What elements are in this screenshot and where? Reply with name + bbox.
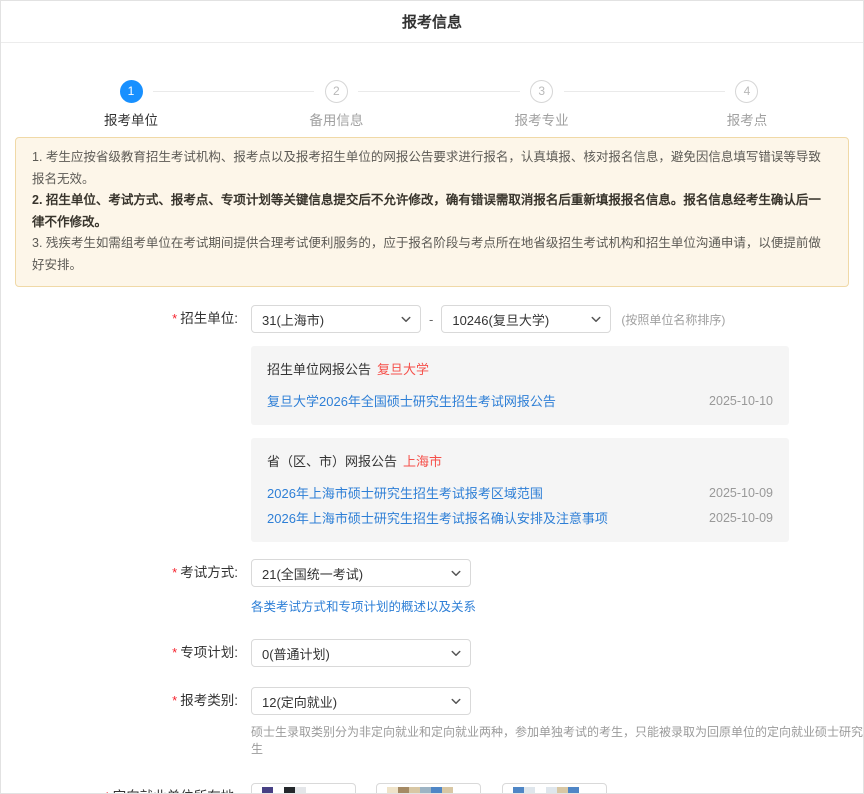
redacted-mosaic [513,787,579,794]
exam-mode-select[interactable]: 21(全国统一考试) [251,559,471,587]
admission-unit-label: *招生单位: [1,305,251,333]
announcement-item: 2026年上海市硕士研究生招生考试报名确认安排及注意事项 2025-10-09 [267,508,773,527]
notice-box: 1. 考生应按省级教育招生考试机构、报考点以及报考招生单位的网报公告要求进行报名… [15,137,849,287]
dash-separator: - [489,789,493,794]
step-connector [153,91,314,92]
admission-unit-row: *招生单位: 31(上海市) - 10246(复旦大学) (按照单位名称排序) [1,305,863,542]
step-3-major: 3 报考专业 [530,80,554,103]
chevron-down-icon [460,791,472,794]
category-label: *报考类别: [1,687,251,715]
employer-city-select[interactable] [376,783,481,794]
page-title: 报考信息 [402,11,462,32]
special-plan-value: 0(普通计划) [262,644,330,663]
employer-province-select[interactable] [251,783,356,794]
category-row: *报考类别: 12(定向就业) 硕士生录取类别分为非定向就业和定向就业两种，参加… [1,687,863,758]
exam-mode-info-link[interactable]: 各类考试方式和专项计划的概述以及关系 [251,596,476,615]
step-4-exam-site: 4 报考点 [735,80,759,103]
employer-location-row: *定向就业单位所在地: - - [1,783,863,794]
special-plan-select[interactable]: 0(普通计划) [251,639,471,667]
notice-line-1: 1. 考生应按省级教育招生考试机构、报考点以及报考招生单位的网报公告要求进行报名… [32,147,832,190]
province-announcement-link-2[interactable]: 2026年上海市硕士研究生招生考试报名确认安排及注意事项 [267,508,608,527]
application-info-page: 报考信息 1 报考单位 2 备用信息 3 报考专业 4 报考点 1. 考生应按省… [0,0,864,794]
step-2-label: 备用信息 [309,109,363,129]
admission-unit-value: 10246(复旦大学) [452,310,549,329]
step-connector [358,91,519,92]
page-header: 报考信息 [1,1,863,43]
redacted-mosaic [387,787,453,794]
step-3-circle: 3 [530,80,553,103]
required-asterisk: * [172,645,177,660]
step-1-application-unit: 1 报考单位 [119,80,143,103]
dash-separator: - [429,312,433,327]
unit-announcement-title: 招生单位网报公告复旦大学 [267,359,773,378]
chevron-down-icon [450,567,462,579]
admission-province-select[interactable]: 31(上海市) [251,305,421,333]
step-2-circle: 2 [325,80,348,103]
employer-location-label: *定向就业单位所在地: [1,783,251,794]
announcement-date: 2025-10-09 [709,486,773,500]
admission-province-value: 31(上海市) [262,310,324,329]
step-3-label: 报考专业 [515,109,569,129]
chevron-down-icon [450,695,462,707]
step-4-label: 报考点 [727,109,768,129]
admission-unit-select[interactable]: 10246(复旦大学) [441,305,611,333]
step-4-circle: 4 [735,80,758,103]
announcement-item: 复旦大学2026年全国硕士研究生招生考试网报公告 2025-10-10 [267,391,773,410]
wizard-steps: 1 报考单位 2 备用信息 3 报考专业 4 报考点 [1,79,863,103]
category-value: 12(定向就业) [262,692,337,711]
category-select[interactable]: 12(定向就业) [251,687,471,715]
special-plan-label: *专项计划: [1,639,251,667]
required-asterisk: * [172,311,177,326]
unit-announcement-link[interactable]: 复旦大学2026年全国硕士研究生招生考试网报公告 [267,391,556,410]
chevron-down-icon [590,313,602,325]
step-2-backup-info: 2 备用信息 [324,80,348,103]
chevron-down-icon [335,791,347,794]
exam-mode-row: *考试方式: 21(全国统一考试) 各类考试方式和专项计划的概述以及关系 [1,559,863,615]
required-asterisk: * [172,693,177,708]
unit-name-highlight: 复旦大学 [377,362,429,377]
exam-mode-value: 21(全国统一考试) [262,564,363,583]
special-plan-row: *专项计划: 0(普通计划) [1,639,863,667]
step-connector [564,91,725,92]
dash-separator: - [364,789,368,794]
notice-line-3: 3. 残疾考生如需组考单位在考试期间提供合理考试便利服务的，应于报名阶段与考点所… [32,233,832,276]
province-announcement-title: 省（区、市）网报公告上海市 [267,451,773,470]
step-1-circle: 1 [120,80,143,103]
required-asterisk: * [105,789,110,794]
province-announcement-box: 省（区、市）网报公告上海市 2026年上海市硕士研究生招生考试报考区域范围 20… [251,438,789,542]
chevron-down-icon [450,647,462,659]
category-hint: 硕士生录取类别分为非定向就业和定向就业两种，参加单独考试的考生，只能被录取为回原… [251,724,863,758]
redacted-mosaic [262,787,317,794]
notice-line-2: 2. 招生单位、考试方式、报考点、专项计划等关键信息提交后不允许修改，确有错误需… [32,190,832,233]
unit-announcement-box: 招生单位网报公告复旦大学 复旦大学2026年全国硕士研究生招生考试网报公告 20… [251,346,789,425]
announcement-date: 2025-10-09 [709,511,773,525]
employer-district-select[interactable] [502,783,607,794]
exam-mode-label: *考试方式: [1,559,251,587]
required-asterisk: * [172,565,177,580]
province-announcement-link-1[interactable]: 2026年上海市硕士研究生招生考试报考区域范围 [267,483,543,502]
unit-sort-hint: (按照单位名称排序) [621,311,725,328]
application-form: *招生单位: 31(上海市) - 10246(复旦大学) (按照单位名称排序) [1,305,863,794]
chevron-down-icon [586,791,598,794]
announcement-date: 2025-10-10 [709,394,773,408]
step-1-label: 报考单位 [104,109,158,129]
announcement-item: 2026年上海市硕士研究生招生考试报考区域范围 2025-10-09 [267,483,773,502]
province-name-highlight: 上海市 [403,454,442,469]
chevron-down-icon [400,313,412,325]
